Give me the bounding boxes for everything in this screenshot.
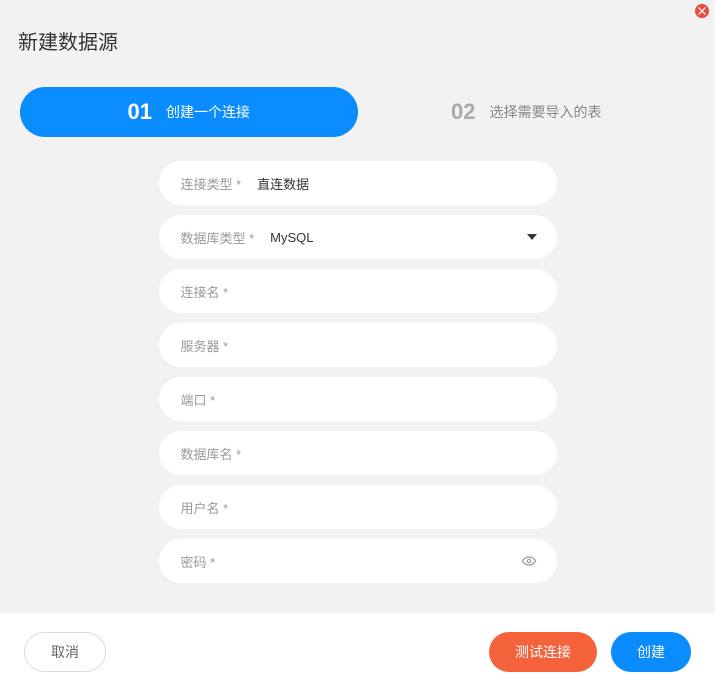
connection-name-field[interactable]: 连接名 * [159,269,557,313]
connection-name-label: 连接名 * [181,282,229,301]
password-field[interactable]: 密码 * [159,539,557,583]
database-name-input[interactable] [257,446,534,461]
create-button[interactable]: 创建 [611,632,691,672]
database-name-label: 数据库名 * [181,444,242,463]
username-field[interactable]: 用户名 * [159,485,557,529]
step-2-select-tables[interactable]: 02 选择需要导入的表 [358,87,696,137]
username-label: 用户名 * [181,498,229,517]
port-field[interactable]: 端口 * [159,377,557,421]
form: 连接类型 * 直连数据 数据库类型 * MySQL 连接名 * 服务器 * 端口… [159,161,557,583]
eye-icon[interactable] [521,553,537,569]
footer: 取消 测试连接 创建 [0,613,715,691]
step-1-create-connection[interactable]: 01 创建一个连接 [20,87,358,137]
step-2-number: 02 [451,99,475,125]
database-type-label: 数据库类型 * [181,228,255,247]
close-icon[interactable] [695,4,709,18]
database-type-value: MySQL [270,230,534,245]
test-connection-button[interactable]: 测试连接 [489,632,597,672]
step-1-label: 创建一个连接 [166,102,250,122]
server-label: 服务器 * [181,336,229,355]
password-input[interactable] [231,554,534,569]
server-input[interactable] [244,338,534,353]
cancel-button[interactable]: 取消 [24,632,106,672]
database-type-field[interactable]: 数据库类型 * MySQL [159,215,557,259]
connection-type-label: 连接类型 * [181,174,242,193]
step-2-label: 选择需要导入的表 [489,102,601,122]
port-input[interactable] [231,392,534,407]
database-name-field[interactable]: 数据库名 * [159,431,557,475]
port-label: 端口 * [181,390,216,409]
dialog-title: 新建数据源 [0,0,715,55]
chevron-down-icon[interactable] [527,234,537,240]
username-input[interactable] [244,500,534,515]
password-label: 密码 * [181,552,216,571]
connection-type-value: 直连数据 [257,174,534,193]
server-field[interactable]: 服务器 * [159,323,557,367]
connection-name-input[interactable] [244,284,534,299]
steps: 01 创建一个连接 02 选择需要导入的表 [20,87,695,137]
step-1-number: 01 [128,99,152,125]
connection-type-field[interactable]: 连接类型 * 直连数据 [159,161,557,205]
